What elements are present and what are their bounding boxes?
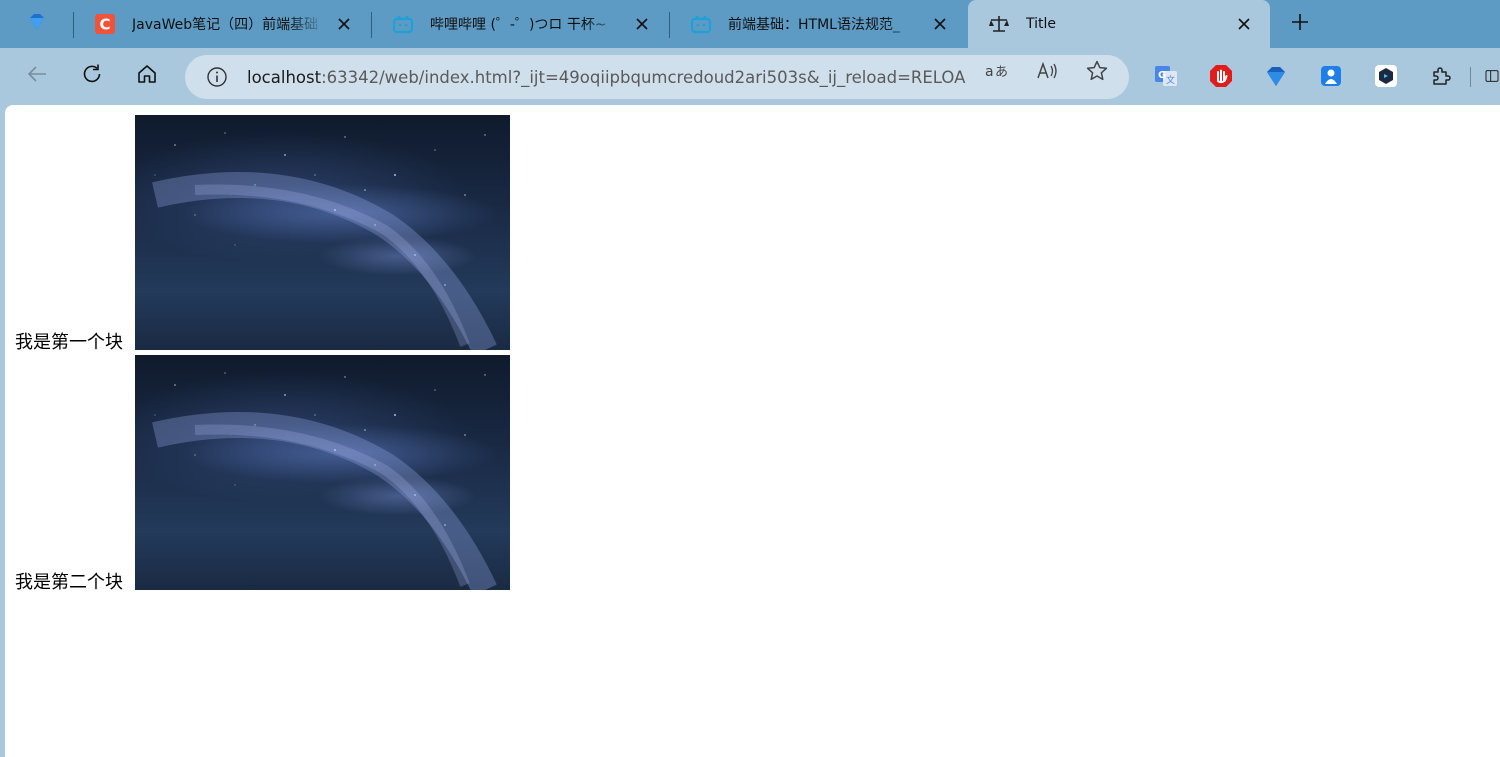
info-icon[interactable] [205,65,229,89]
diamond-extension-icon[interactable] [1263,63,1289,89]
svg-text:C: C [99,16,110,34]
url-host: localhost [247,67,322,87]
refresh-button[interactable] [74,58,110,94]
content-block-1: 我是第一个块 [15,115,510,353]
tab-title: JavaWeb笔记（四）前端基础 [132,17,319,33]
tab-title: 哔哩哔哩 (゜-゜)つロ 干杯~ [430,17,607,33]
galaxy-image [135,115,510,350]
scale-icon [988,13,1010,35]
plus-icon [1290,12,1310,36]
tab-title: Title [1026,16,1057,32]
back-button[interactable] [19,58,55,94]
close-icon[interactable] [326,6,362,42]
toolbar: localhost:63342/web/index.html?_ijt=49oq… [0,48,1500,105]
adblock-extension-icon[interactable] [1208,63,1234,89]
tab-html-syntax[interactable]: 前端基础：HTML语法规范_ [670,0,966,48]
svg-text:G: G [1158,70,1166,81]
home-button[interactable] [129,58,165,94]
user-extension-icon[interactable] [1318,63,1344,89]
extensions-puzzle-icon[interactable] [1428,63,1454,89]
tab-title: 前端基础：HTML语法规范_ [728,17,900,33]
split-screen-icon[interactable] [1484,63,1500,89]
refresh-icon [81,63,103,89]
close-icon[interactable] [1226,6,1262,42]
pinned-tab[interactable] [0,0,73,48]
translate-page-icon[interactable]: aあ [984,58,1010,84]
tab-strip: C JavaWeb笔记（四）前端基础 哔哩哔哩 (゜-゜)つロ 干杯~ 前端基础… [0,0,1500,48]
svg-text:a: a [985,64,994,80]
block-label: 我是第一个块 [15,332,123,353]
cube-extension-icon[interactable] [1373,63,1399,89]
close-icon[interactable] [624,6,660,42]
bilibili-tv-icon [690,13,712,35]
page-viewport: 我是第一个块 我是第二个块 [5,105,1500,757]
read-aloud-icon[interactable] [1035,58,1061,84]
close-icon[interactable] [922,6,958,42]
tab-title-active[interactable]: Title [968,0,1270,48]
csdn-c-icon: C [94,13,116,35]
new-tab-button[interactable] [1282,6,1318,42]
block-label: 我是第二个块 [15,572,123,593]
tab-bilibili[interactable]: 哔哩哔哩 (゜-゜)つロ 干杯~ [372,0,668,48]
url-text[interactable]: localhost:63342/web/index.html?_ijt=49oq… [247,68,967,87]
toolbar-separator [1470,67,1471,87]
home-icon [136,63,158,89]
arrow-left-icon [26,63,48,89]
svg-text:あ: あ [995,65,1008,80]
favorite-star-icon[interactable] [1084,58,1110,84]
content-block-2: 我是第二个块 [15,355,510,593]
diamond-icon [26,11,48,37]
url-path: :63342/web/index.html?_ijt=49oqiipbqumcr… [321,67,967,87]
google-translate-extension-icon[interactable]: G文 [1153,63,1179,89]
tab-javaweb[interactable]: C JavaWeb笔记（四）前端基础 [74,0,370,48]
bilibili-tv-icon [392,13,414,35]
galaxy-image [135,355,510,590]
svg-text:文: 文 [1166,74,1175,86]
